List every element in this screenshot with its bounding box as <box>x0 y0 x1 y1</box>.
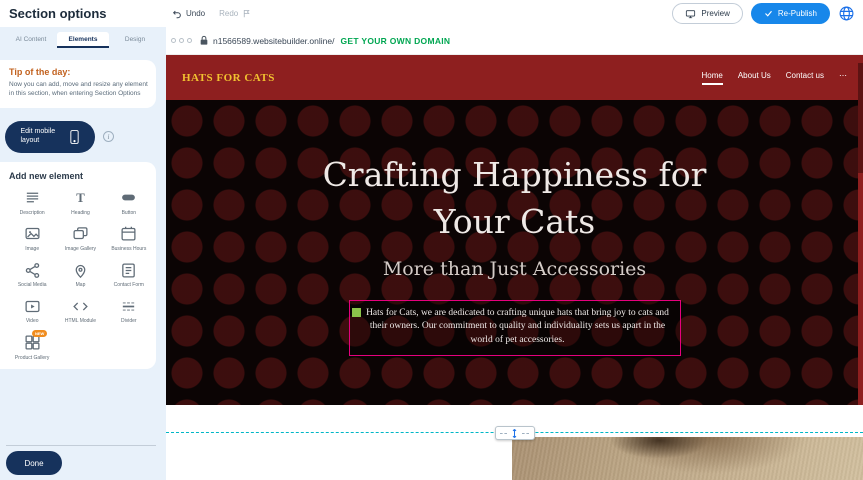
resize-arrows-icon <box>510 428 519 439</box>
cat-photo[interactable] <box>512 437 863 480</box>
site-scrollbar[interactable] <box>858 55 863 405</box>
hero-section[interactable]: Crafting Happiness for Your Cats More th… <box>166 100 863 405</box>
hero-title[interactable]: Crafting Happiness for Your Cats <box>305 152 725 246</box>
sidebar-tabs: AI Content Elements Design <box>5 32 161 48</box>
tip-title: Tip of the day: <box>9 67 148 77</box>
flag-icon <box>242 9 251 18</box>
panel-title: Add new element <box>9 171 152 181</box>
new-badge: NEW <box>32 330 47 337</box>
image-icon <box>23 225 41 243</box>
next-section[interactable] <box>166 405 863 480</box>
add-element-html-module[interactable]: HTML Module <box>57 297 103 324</box>
add-element-divider[interactable]: Divider <box>106 297 152 324</box>
social-media-icon <box>23 261 41 279</box>
get-your-own-domain-link[interactable]: GET YOUR OWN DOMAIN <box>340 36 450 46</box>
page-title: Section options <box>9 6 107 21</box>
check-icon <box>764 9 773 18</box>
hero-subtitle[interactable]: More than Just Accessories <box>383 258 646 280</box>
tip-body: Now you can add, move and resize any ele… <box>9 81 148 99</box>
browser-bar: n1566589.websitebuilder.online/ GET YOUR… <box>166 27 863 55</box>
window-dot <box>179 38 184 43</box>
business-hours-icon <box>120 225 138 243</box>
add-element-image-gallery[interactable]: Image Gallery <box>57 225 103 252</box>
map-icon <box>71 261 89 279</box>
site-preview-area: n1566589.websitebuilder.online/ GET YOUR… <box>166 27 863 480</box>
section-boundary <box>166 426 863 440</box>
html-module-icon <box>71 297 89 315</box>
republish-button[interactable]: Re-Publish <box>751 3 830 24</box>
tab-elements[interactable]: Elements <box>57 32 109 48</box>
add-element-image[interactable]: Image <box>9 225 55 252</box>
website-canvas: HATS FOR CATS Home About Us Contact us ⋯… <box>166 55 863 480</box>
video-icon <box>23 297 41 315</box>
add-element-social-media[interactable]: Social Media <box>9 261 55 288</box>
site-url: n1566589.websitebuilder.online/ <box>213 36 334 46</box>
add-element-contact-form[interactable]: Contact Form <box>106 261 152 288</box>
undo-button[interactable]: Undo <box>172 9 205 19</box>
nav-about-us[interactable]: About Us <box>738 71 771 85</box>
description-icon <box>23 189 41 207</box>
info-icon[interactable]: i <box>103 131 114 142</box>
add-element-map[interactable]: Map <box>57 261 103 288</box>
element-drag-handle[interactable] <box>352 308 361 317</box>
hero-paragraph: Hats for Cats, we are dedicated to craft… <box>366 307 670 348</box>
site-logo[interactable]: HATS FOR CATS <box>182 72 275 84</box>
redo-button[interactable]: Redo <box>219 9 251 18</box>
site-nav: Home About Us Contact us ⋯ <box>702 71 848 85</box>
resize-dash <box>522 433 529 434</box>
window-controls <box>171 38 192 43</box>
site-header[interactable]: HATS FOR CATS Home About Us Contact us ⋯ <box>166 55 863 100</box>
top-toolbar: Section options Undo Redo Preview Re-Pub… <box>0 0 863 27</box>
add-element-business-hours[interactable]: Business Hours <box>106 225 152 252</box>
button-icon <box>120 189 138 207</box>
add-element-product-gallery[interactable]: NEW Product Gallery <box>9 334 55 361</box>
edit-mobile-layout-button[interactable]: Edit mobile layout <box>5 121 95 153</box>
section-resize-handle[interactable] <box>495 426 535 440</box>
nav-home[interactable]: Home <box>702 71 723 85</box>
add-element-heading[interactable]: T Heading <box>57 189 103 216</box>
tab-design[interactable]: Design <box>109 32 161 48</box>
contact-form-icon <box>120 261 138 279</box>
undo-icon <box>172 9 182 19</box>
window-dot <box>171 38 176 43</box>
phone-icon <box>69 129 80 145</box>
add-element-description[interactable]: Description <box>9 189 55 216</box>
nav-contact-us[interactable]: Contact us <box>786 71 824 85</box>
divider-icon <box>120 297 138 315</box>
tip-of-the-day-card: Tip of the day: Now you can add, move an… <box>0 60 156 108</box>
lock-icon <box>199 35 209 46</box>
monitor-icon <box>685 9 696 19</box>
language-globe-icon[interactable] <box>838 5 855 22</box>
hero-text-element-selected[interactable]: Hats for Cats, we are dedicated to craft… <box>349 300 681 356</box>
section-options-sidebar: AI Content Elements Design Tip of the da… <box>0 27 166 480</box>
nav-more-menu[interactable]: ⋯ <box>839 71 847 85</box>
heading-icon: T <box>71 189 89 207</box>
svg-text:T: T <box>76 191 85 205</box>
window-dot <box>187 38 192 43</box>
preview-button[interactable]: Preview <box>672 3 742 24</box>
done-button[interactable]: Done <box>6 451 62 475</box>
add-element-button[interactable]: Button <box>106 189 152 216</box>
tab-ai-content[interactable]: AI Content <box>5 32 57 48</box>
scrollbar-thumb[interactable] <box>858 63 863 173</box>
resize-dash <box>500 433 507 434</box>
sidebar-divider <box>6 445 156 446</box>
image-gallery-icon <box>71 225 89 243</box>
add-new-element-panel: Add new element Description T Heading Bu… <box>0 162 156 369</box>
add-element-video[interactable]: Video <box>9 297 55 324</box>
